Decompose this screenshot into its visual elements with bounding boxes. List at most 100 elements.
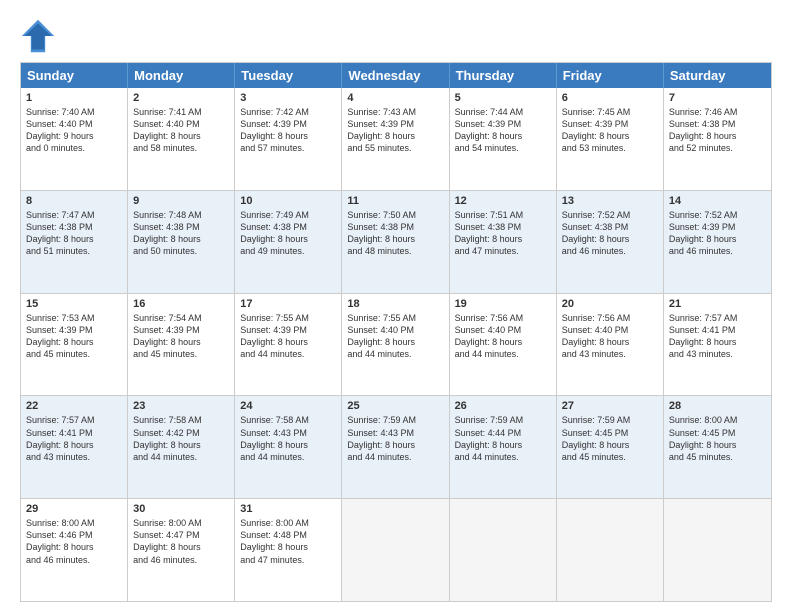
day-cell-28: 28Sunrise: 8:00 AMSunset: 4:45 PMDayligh… [664,396,771,498]
day-cell-29: 29 Sunrise: 8:00 AMSunset: 4:46 PMDayligh… [21,499,128,601]
day-info: Sunrise: 7:40 AMSunset: 4:40 PMDaylight:… [26,106,122,155]
day-cell-12: 12 Sunrise: 7:51 AMSunset: 4:38 PMDayligh… [450,191,557,293]
day-number: 5 [455,92,551,104]
day-number: 27 [562,400,658,412]
day-info: Sunrise: 7:51 AMSunset: 4:38 PMDaylight:… [455,209,551,258]
day-info: Sunrise: 7:59 AMSunset: 4:44 PMDaylight:… [455,414,551,463]
day-info: Sunrise: 7:58 AMSunset: 4:42 PMDaylight:… [133,414,229,463]
day-cell-8: 8Sunrise: 7:47 AMSunset: 4:38 PMDaylight… [21,191,128,293]
day-info: Sunrise: 7:48 AMSunset: 4:38 PMDaylight:… [133,209,229,258]
day-cell-25: 25 Sunrise: 7:59 AMSunset: 4:43 PMDayligh… [342,396,449,498]
day-info: Sunrise: 7:57 AMSunset: 4:41 PMDaylight:… [26,414,122,463]
day-number: 7 [669,92,766,104]
calendar-row-0: 1 Sunrise: 7:40 AMSunset: 4:40 PMDaylight… [21,88,771,191]
day-cell-7: 7 Sunrise: 7:46 AMSunset: 4:38 PMDaylight… [664,88,771,190]
day-number: 13 [562,195,658,207]
day-number: 23 [133,400,229,412]
day-number: 8 [26,195,122,207]
day-info: Sunrise: 8:00 AMSunset: 4:45 PMDaylight:… [669,414,766,463]
day-cell-23: 23 Sunrise: 7:58 AMSunset: 4:42 PMDayligh… [128,396,235,498]
day-cell-13: 13Sunrise: 7:52 AMSunset: 4:38 PMDayligh… [557,191,664,293]
day-info: Sunrise: 8:00 AMSunset: 4:46 PMDaylight:… [26,517,122,566]
empty-cell [557,499,664,601]
day-cell-14: 14 Sunrise: 7:52 AMSunset: 4:39 PMDayligh… [664,191,771,293]
header-day-thursday: Thursday [450,63,557,88]
day-cell-15: 15Sunrise: 7:53 AMSunset: 4:39 PMDayligh… [21,294,128,396]
day-number: 12 [455,195,551,207]
day-info: Sunrise: 7:53 AMSunset: 4:39 PMDaylight:… [26,312,122,361]
page: SundayMondayTuesdayWednesdayThursdayFrid… [0,0,792,612]
day-cell-4: 4 Sunrise: 7:43 AMSunset: 4:39 PMDaylight… [342,88,449,190]
calendar-row-4: 29 Sunrise: 8:00 AMSunset: 4:46 PMDayligh… [21,499,771,601]
day-number: 25 [347,400,443,412]
day-number: 31 [240,503,336,515]
calendar-row-1: 8Sunrise: 7:47 AMSunset: 4:38 PMDaylight… [21,191,771,294]
day-cell-16: 16 Sunrise: 7:54 AMSunset: 4:39 PMDayligh… [128,294,235,396]
calendar-body: 1 Sunrise: 7:40 AMSunset: 4:40 PMDaylight… [21,88,771,601]
day-info: Sunrise: 7:41 AMSunset: 4:40 PMDaylight:… [133,106,229,155]
header [20,18,772,54]
day-info: Sunrise: 7:46 AMSunset: 4:38 PMDaylight:… [669,106,766,155]
day-info: Sunrise: 7:55 AMSunset: 4:39 PMDaylight:… [240,312,336,361]
day-info: Sunrise: 8:00 AMSunset: 4:48 PMDaylight:… [240,517,336,566]
day-number: 10 [240,195,336,207]
day-number: 21 [669,298,766,310]
day-number: 29 [26,503,122,515]
day-cell-18: 18 Sunrise: 7:55 AMSunset: 4:40 PMDayligh… [342,294,449,396]
logo-icon [20,18,56,54]
header-day-saturday: Saturday [664,63,771,88]
day-cell-17: 17 Sunrise: 7:55 AMSunset: 4:39 PMDayligh… [235,294,342,396]
day-number: 24 [240,400,336,412]
header-day-sunday: Sunday [21,63,128,88]
day-number: 18 [347,298,443,310]
day-cell-1: 1 Sunrise: 7:40 AMSunset: 4:40 PMDaylight… [21,88,128,190]
day-cell-9: 9Sunrise: 7:48 AMSunset: 4:38 PMDaylight… [128,191,235,293]
day-cell-27: 27 Sunrise: 7:59 AMSunset: 4:45 PMDayligh… [557,396,664,498]
day-cell-20: 20 Sunrise: 7:56 AMSunset: 4:40 PMDayligh… [557,294,664,396]
day-info: Sunrise: 7:54 AMSunset: 4:39 PMDaylight:… [133,312,229,361]
day-number: 11 [347,195,443,207]
day-info: Sunrise: 7:55 AMSunset: 4:40 PMDaylight:… [347,312,443,361]
empty-cell [450,499,557,601]
day-info: Sunrise: 7:59 AMSunset: 4:45 PMDaylight:… [562,414,658,463]
day-info: Sunrise: 7:59 AMSunset: 4:43 PMDaylight:… [347,414,443,463]
day-cell-26: 26 Sunrise: 7:59 AMSunset: 4:44 PMDayligh… [450,396,557,498]
day-info: Sunrise: 7:49 AMSunset: 4:38 PMDaylight:… [240,209,336,258]
empty-cell [664,499,771,601]
day-cell-3: 3Sunrise: 7:42 AMSunset: 4:39 PMDaylight… [235,88,342,190]
day-cell-21: 21 Sunrise: 7:57 AMSunset: 4:41 PMDayligh… [664,294,771,396]
day-info: Sunrise: 7:45 AMSunset: 4:39 PMDaylight:… [562,106,658,155]
day-number: 20 [562,298,658,310]
day-info: Sunrise: 7:52 AMSunset: 4:39 PMDaylight:… [669,209,766,258]
day-number: 1 [26,92,122,104]
day-number: 30 [133,503,229,515]
day-number: 16 [133,298,229,310]
day-cell-6: 6Sunrise: 7:45 AMSunset: 4:39 PMDaylight… [557,88,664,190]
day-number: 19 [455,298,551,310]
header-day-friday: Friday [557,63,664,88]
day-cell-22: 22Sunrise: 7:57 AMSunset: 4:41 PMDayligh… [21,396,128,498]
day-number: 17 [240,298,336,310]
day-number: 2 [133,92,229,104]
day-cell-11: 11 Sunrise: 7:50 AMSunset: 4:38 PMDayligh… [342,191,449,293]
header-day-tuesday: Tuesday [235,63,342,88]
day-info: Sunrise: 7:50 AMSunset: 4:38 PMDaylight:… [347,209,443,258]
day-info: Sunrise: 7:56 AMSunset: 4:40 PMDaylight:… [562,312,658,361]
day-info: Sunrise: 7:58 AMSunset: 4:43 PMDaylight:… [240,414,336,463]
header-day-monday: Monday [128,63,235,88]
day-number: 4 [347,92,443,104]
day-cell-30: 30Sunrise: 8:00 AMSunset: 4:47 PMDayligh… [128,499,235,601]
empty-cell [342,499,449,601]
day-cell-31: 31 Sunrise: 8:00 AMSunset: 4:48 PMDayligh… [235,499,342,601]
day-number: 3 [240,92,336,104]
day-cell-5: 5Sunrise: 7:44 AMSunset: 4:39 PMDaylight… [450,88,557,190]
header-day-wednesday: Wednesday [342,63,449,88]
day-cell-24: 24 Sunrise: 7:58 AMSunset: 4:43 PMDayligh… [235,396,342,498]
day-info: Sunrise: 7:56 AMSunset: 4:40 PMDaylight:… [455,312,551,361]
logo [20,18,62,54]
day-info: Sunrise: 7:43 AMSunset: 4:39 PMDaylight:… [347,106,443,155]
day-number: 26 [455,400,551,412]
calendar-row-3: 22Sunrise: 7:57 AMSunset: 4:41 PMDayligh… [21,396,771,499]
day-info: Sunrise: 7:57 AMSunset: 4:41 PMDaylight:… [669,312,766,361]
day-number: 14 [669,195,766,207]
